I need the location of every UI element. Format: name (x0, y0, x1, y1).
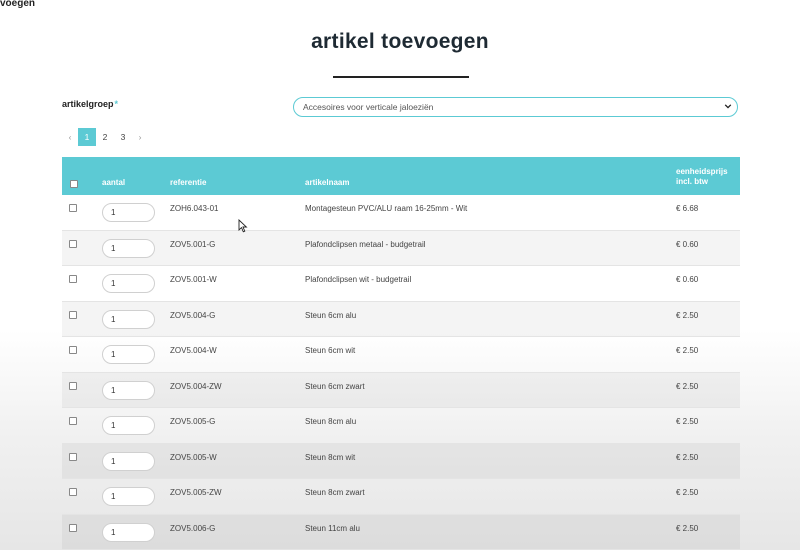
row-prijs: € 2.50 (676, 417, 699, 426)
quantity-input[interactable]: 1 (102, 416, 155, 435)
quantity-input[interactable]: 1 (102, 238, 155, 258)
top-bar-fragment: voegen (0, 0, 36, 9)
table-row: 1 ZOV5.006-G Steun 11cm alu € 2.50 (62, 514, 740, 550)
row-checkbox[interactable] (69, 523, 77, 532)
artikelgroep-select-value: Accesoires voor verticale jaloeziën (303, 102, 434, 112)
articles-table: aantal referentie artikelnaam eenheidspr… (62, 157, 740, 550)
header-referentie: referentie (170, 178, 207, 187)
row-prijs: € 2.50 (676, 381, 699, 391)
row-checkbox[interactable] (69, 346, 77, 354)
row-checkbox[interactable] (69, 488, 77, 496)
row-prijs: € 2.50 (676, 346, 699, 355)
quantity-input[interactable]: 1 (102, 487, 155, 506)
row-artikelnaam: Steun 11cm alu (305, 523, 360, 533)
table-row: 1 ZOV5.005-G Steun 8cm alu € 2.50 (62, 408, 740, 444)
title-underline (333, 76, 469, 78)
row-referentie: ZOV5.001-G (170, 239, 216, 249)
row-referentie: ZOV5.001-W (170, 275, 217, 284)
chevron-down-icon (724, 98, 732, 116)
table-row: 1 ZOV5.001-G Plafondclipsen metaal - budge… (62, 230, 740, 266)
table-row: 1 ZOV5.005-ZW Steun 8cm zwart € 2.50 (62, 479, 740, 515)
top-bar: voegen (0, 0, 800, 12)
row-checkbox[interactable] (69, 204, 77, 212)
row-prijs: € 0.60 (676, 275, 699, 284)
row-artikelnaam: Steun 8cm zwart (305, 488, 365, 497)
row-checkbox[interactable] (69, 417, 77, 425)
page-title: artikel toevoegen (311, 30, 489, 53)
row-artikelnaam: Steun 8cm wit (305, 452, 356, 462)
table-row: 1 ZOV5.004-ZW Steun 6cm zwart € 2.50 (62, 372, 740, 408)
quantity-input[interactable]: 1 (102, 203, 155, 222)
row-referentie: ZOV5.005-W (170, 452, 217, 462)
select-all-checkbox[interactable] (70, 180, 78, 188)
row-checkbox[interactable] (69, 452, 77, 461)
table-header: aantal referentie artikelnaam eenheidspr… (62, 157, 740, 195)
table-row: 1 ZOV5.004-W Steun 6cm wit € 2.50 (62, 337, 740, 373)
row-checkbox[interactable] (69, 381, 77, 390)
artikelgroep-label: artikelgroep* (62, 99, 119, 109)
table-body: 1 ZOH6.043-01 Montagesteun PVC/ALU raam 16… (62, 195, 740, 550)
row-artikelnaam: Montagesteun PVC/ALU raam 16-25mm - Wit (305, 204, 468, 213)
pagination: ‹ 1 2 3 › (62, 128, 148, 146)
row-referentie: ZOV5.005-ZW (170, 488, 222, 497)
row-prijs: € 2.50 (676, 452, 699, 462)
mouse-pointer-icon (238, 219, 248, 233)
row-referentie: ZOV5.004-ZW (170, 381, 222, 391)
quantity-input[interactable]: 1 (102, 522, 155, 542)
header-aantal: aantal (102, 178, 126, 187)
row-artikelnaam: Steun 6cm alu (305, 310, 357, 320)
required-mark: * (114, 99, 119, 109)
row-referentie: ZOV5.005-G (170, 417, 216, 426)
pagination-page-3[interactable]: 3 (114, 128, 132, 146)
row-artikelnaam: Plafondclipsen wit - budgetrail (305, 275, 412, 284)
table-row: 1 ZOV5.005-W Steun 8cm wit € 2.50 (62, 443, 740, 479)
row-checkbox[interactable] (69, 275, 77, 283)
row-checkbox[interactable] (69, 310, 77, 319)
quantity-input[interactable]: 1 (102, 345, 155, 364)
row-prijs: € 2.50 (676, 488, 699, 497)
header-eenheidsprijs: eenheidsprijs incl. btw (676, 167, 728, 186)
pagination-next[interactable]: › (132, 128, 148, 146)
table-row: 1 ZOV5.004-G Steun 6cm alu € 2.50 (62, 301, 740, 337)
quantity-input[interactable]: 1 (102, 380, 155, 400)
row-prijs: € 0.60 (676, 239, 699, 249)
table-row: 1 ZOV5.001-W Plafondclipsen wit - budgetra… (62, 266, 740, 302)
row-referentie: ZOH6.043-01 (170, 204, 219, 213)
quantity-input[interactable]: 1 (102, 274, 155, 293)
row-referentie: ZOV5.004-W (170, 346, 217, 355)
header-select-cell (70, 157, 78, 195)
artikelgroep-select[interactable]: Accesoires voor verticale jaloeziën (293, 97, 738, 117)
row-artikelnaam: Steun 6cm wit (305, 346, 356, 355)
row-artikelnaam: Steun 6cm zwart (305, 381, 365, 391)
quantity-input[interactable]: 1 (102, 451, 155, 471)
row-checkbox[interactable] (69, 239, 77, 248)
quantity-input[interactable]: 1 (102, 309, 155, 329)
row-prijs: € 6.68 (676, 204, 699, 213)
table-row: 1 ZOH6.043-01 Montagesteun PVC/ALU raam 16… (62, 195, 740, 231)
pagination-page-2[interactable]: 2 (96, 128, 114, 146)
pagination-page-1[interactable]: 1 (78, 128, 96, 146)
row-artikelnaam: Plafondclipsen metaal - budgetrail (305, 239, 426, 249)
row-referentie: ZOV5.004-G (170, 310, 216, 320)
row-referentie: ZOV5.006-G (170, 523, 216, 533)
row-prijs: € 2.50 (676, 310, 699, 320)
header-artikelnaam: artikelnaam (305, 178, 350, 187)
pagination-prev[interactable]: ‹ (62, 128, 78, 146)
row-prijs: € 2.50 (676, 523, 699, 533)
row-artikelnaam: Steun 8cm alu (305, 417, 357, 426)
